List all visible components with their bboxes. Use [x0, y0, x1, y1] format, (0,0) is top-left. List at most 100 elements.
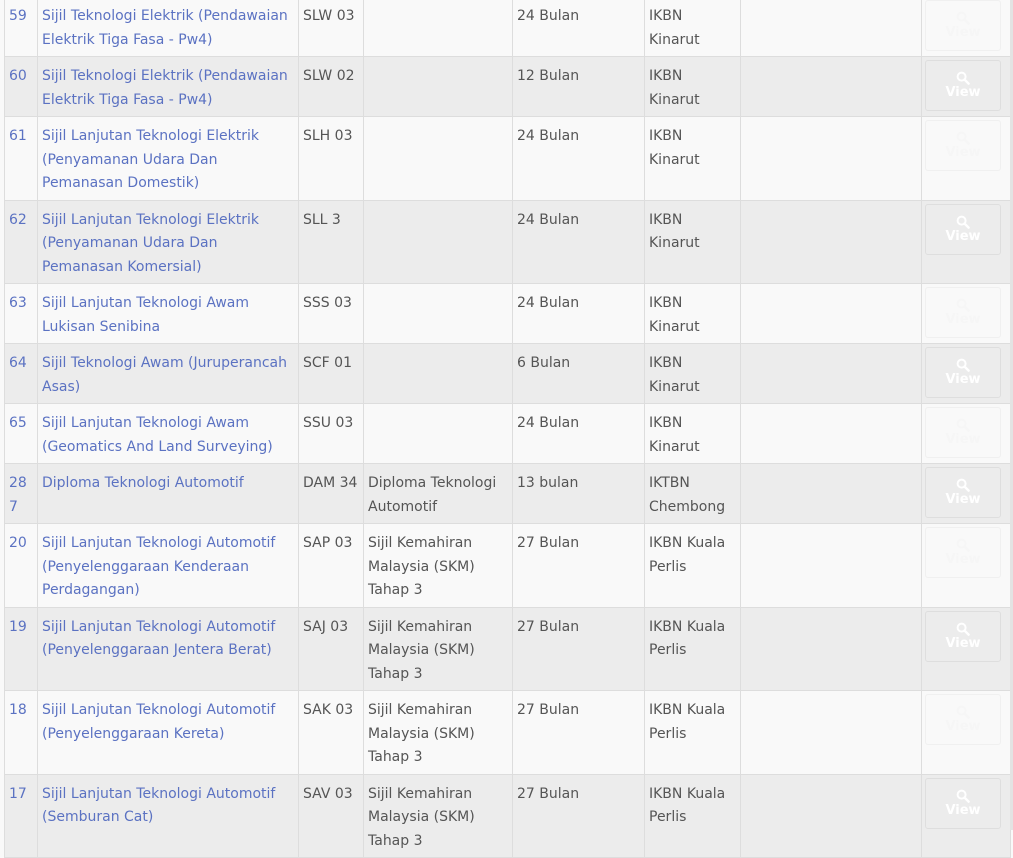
- course-code-cell: SCF 01: [298, 343, 364, 404]
- course-name-link[interactable]: Sijil Lanjutan Teknologi Awam (Geomatics…: [42, 415, 273, 455]
- view-button-label: View: [945, 145, 981, 160]
- table-row: 59 Sijil Teknologi Elektrik (Pendawaian …: [4, 0, 1011, 57]
- qualification-cell: [363, 116, 513, 201]
- course-name-link[interactable]: Sijil Lanjutan Teknologi Elektrik (Penya…: [42, 212, 259, 275]
- action-cell: View: [921, 606, 1011, 691]
- course-name-link[interactable]: Sijil Lanjutan Teknologi Automotif (Peny…: [42, 702, 275, 742]
- notes-cell: [740, 343, 922, 404]
- duration: 27 Bulan: [517, 535, 580, 551]
- view-button[interactable]: View: [925, 467, 1001, 518]
- action-cell: View: [921, 116, 1011, 201]
- course-id-link[interactable]: 20: [9, 535, 27, 551]
- search-icon: [956, 418, 970, 432]
- course-code: SLH 03: [303, 128, 353, 144]
- course-id-cell: 287: [4, 463, 38, 524]
- course-code-cell: SAV 03: [298, 773, 364, 858]
- course-code: SAJ 03: [303, 618, 349, 635]
- institution-cell: IKBN Kuala Perlis: [644, 606, 741, 691]
- view-button-label: View: [945, 635, 981, 651]
- action-cell: View: [921, 523, 1011, 608]
- institution: IKBN Kinarut: [649, 128, 700, 168]
- qualification-cell: Diploma Teknologi Automotif: [363, 463, 513, 524]
- course-name-link[interactable]: Sijil Teknologi Elektrik (Pendawaian Ele…: [42, 68, 288, 108]
- course-id-link[interactable]: 19: [9, 619, 27, 635]
- course-id-link[interactable]: 64: [9, 355, 27, 371]
- course-name-link[interactable]: Sijil Lanjutan Teknologi Automotif (Semb…: [42, 786, 275, 826]
- view-button[interactable]: View: [925, 120, 1001, 171]
- table-row: 61 Sijil Lanjutan Teknologi Elektrik (Pe…: [4, 116, 1011, 201]
- course-id-link[interactable]: 63: [9, 295, 27, 311]
- notes-cell: [740, 56, 922, 117]
- course-id-cell: 61: [4, 116, 38, 201]
- search-icon: [956, 789, 970, 803]
- course-code: SSU 03: [303, 415, 354, 431]
- duration-cell: 24 Bulan: [512, 403, 645, 464]
- qualification-cell: Sijil Kemahiran Malaysia (SKM) Tahap 3: [363, 690, 513, 775]
- duration-cell: 24 Bulan: [512, 283, 645, 344]
- course-name-link[interactable]: Sijil Lanjutan Teknologi Automotif (Peny…: [42, 535, 275, 598]
- search-icon: [956, 71, 970, 85]
- search-icon: [956, 538, 970, 552]
- duration-cell: 24 Bulan: [512, 199, 645, 284]
- course-code: DAM 34: [303, 475, 358, 491]
- course-id-link[interactable]: 61: [9, 128, 27, 144]
- course-name-cell: Sijil Teknologi Elektrik (Pendawaian Ele…: [37, 56, 299, 117]
- notes-cell: [740, 0, 922, 57]
- course-id-link[interactable]: 59: [9, 8, 27, 24]
- course-name-cell: Sijil Lanjutan Teknologi Elektrik (Penya…: [37, 116, 299, 201]
- course-table-container: 59 Sijil Teknologi Elektrik (Pendawaian …: [4, 0, 1011, 858]
- course-code-cell: SSS 03: [298, 283, 364, 344]
- course-id-link[interactable]: 287: [9, 475, 27, 515]
- duration: 27 Bulan: [517, 702, 580, 718]
- view-button-label: View: [945, 228, 981, 244]
- course-name-link[interactable]: Sijil Lanjutan Teknologi Elektrik (Penya…: [42, 128, 259, 191]
- view-button[interactable]: View: [925, 610, 1001, 662]
- institution: IKBN Kinarut: [649, 355, 700, 395]
- course-name-link[interactable]: Sijil Teknologi Awam (Juruperancah Asas): [42, 355, 287, 395]
- table-row: 17 Sijil Lanjutan Teknologi Automotif (S…: [4, 773, 1011, 858]
- action-cell: View: [921, 56, 1011, 117]
- course-name-link[interactable]: Sijil Lanjutan Teknologi Awam Lukisan Se…: [42, 295, 249, 335]
- institution: IKTBN Chembong: [649, 475, 726, 515]
- search-icon: [956, 215, 970, 229]
- view-button[interactable]: View: [925, 203, 1001, 255]
- view-button[interactable]: View: [925, 0, 1001, 51]
- course-name-link[interactable]: Sijil Teknologi Elektrik (Pendawaian Ele…: [42, 8, 288, 48]
- view-button[interactable]: View: [925, 777, 1001, 829]
- table-row: 20 Sijil Lanjutan Teknologi Automotif (P…: [4, 523, 1011, 608]
- qualification-cell: [363, 343, 513, 404]
- view-button[interactable]: View: [925, 694, 1001, 745]
- course-id-link[interactable]: 60: [9, 68, 27, 84]
- duration: 24 Bulan: [517, 211, 580, 228]
- view-button[interactable]: View: [925, 407, 1001, 458]
- view-button[interactable]: View: [925, 527, 1001, 578]
- notes-cell: [740, 773, 922, 858]
- duration-cell: 24 Bulan: [512, 0, 645, 57]
- institution: IKBN Kinarut: [649, 295, 700, 335]
- qualification-cell: Sijil Kemahiran Malaysia (SKM) Tahap 3: [363, 773, 513, 858]
- duration: 12 Bulan: [517, 68, 580, 84]
- search-icon: [956, 478, 970, 492]
- duration: 24 Bulan: [517, 128, 580, 144]
- notes-cell: [740, 463, 922, 524]
- institution-cell: IKBN Kinarut: [644, 199, 741, 284]
- course-id-link[interactable]: 62: [9, 212, 27, 228]
- qualification-cell: [363, 283, 513, 344]
- course-name-link[interactable]: Diploma Teknologi Automotif: [42, 475, 244, 491]
- course-id-link[interactable]: 17: [9, 786, 27, 802]
- notes-cell: [740, 403, 922, 464]
- institution: IKBN Kuala Perlis: [649, 785, 726, 826]
- course-name-link[interactable]: Sijil Lanjutan Teknologi Automotif (Peny…: [42, 619, 275, 659]
- duration: 24 Bulan: [517, 8, 580, 24]
- course-id-link[interactable]: 18: [9, 702, 27, 718]
- institution: IKBN Kinarut: [649, 68, 700, 108]
- qualification-cell: Sijil Kemahiran Malaysia (SKM) Tahap 3: [363, 606, 513, 691]
- view-button[interactable]: View: [925, 287, 1001, 338]
- table-row: 60 Sijil Teknologi Elektrik (Pendawaian …: [4, 56, 1011, 117]
- view-button[interactable]: View: [925, 60, 1001, 111]
- view-button[interactable]: View: [925, 347, 1001, 398]
- course-id-cell: 59: [4, 0, 38, 57]
- course-table: 59 Sijil Teknologi Elektrik (Pendawaian …: [4, 0, 1011, 858]
- qualification: Sijil Kemahiran Malaysia (SKM) Tahap 3: [368, 618, 475, 682]
- course-id-link[interactable]: 65: [9, 415, 27, 431]
